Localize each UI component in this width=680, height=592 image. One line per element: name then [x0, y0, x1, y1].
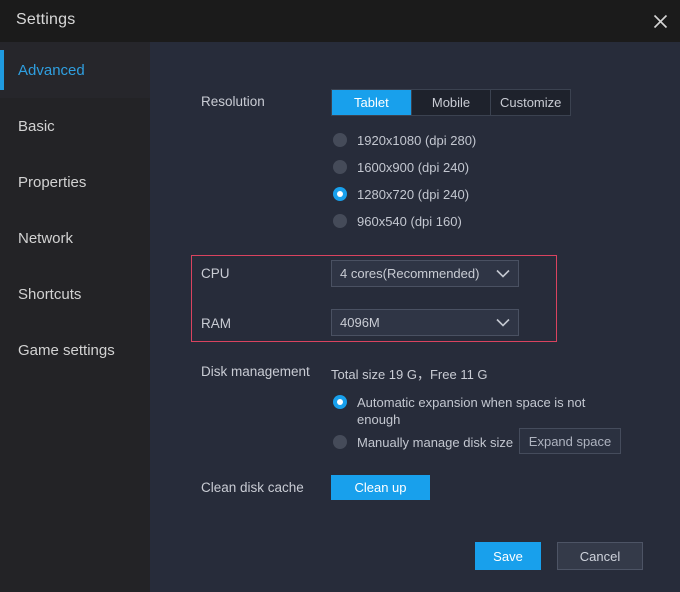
- sidebar-item-shortcuts[interactable]: Shortcuts: [0, 266, 150, 322]
- sidebar-item-label: Game settings: [18, 341, 115, 359]
- sidebar-item-basic[interactable]: Basic: [0, 98, 150, 154]
- resolution-tabs: Tablet Mobile Customize: [331, 89, 571, 116]
- clean-up-button[interactable]: Clean up: [331, 475, 430, 500]
- sidebar: Advanced Basic Properties Network Shortc…: [0, 42, 150, 592]
- radio-label: 1920x1080 (dpi 280): [357, 133, 477, 148]
- resolution-option-960x540[interactable]: 960x540 (dpi 160): [333, 213, 462, 230]
- cpu-dropdown-value: 4 cores(Recommended): [340, 266, 480, 281]
- radio-label: 1600x900 (dpi 240): [357, 160, 470, 175]
- content-panel: Resolution Tablet Mobile Customize 1920x…: [150, 42, 680, 592]
- ram-label: RAM: [201, 316, 231, 331]
- radio-icon: [333, 133, 347, 147]
- close-icon: [653, 14, 668, 29]
- disk-size-summary: Total size 19 G，Free 11 G: [331, 367, 488, 382]
- resolution-option-1280x720[interactable]: 1280x720 (dpi 240): [333, 186, 469, 203]
- sidebar-item-game-settings[interactable]: Game settings: [0, 322, 150, 378]
- tab-mobile[interactable]: Mobile: [412, 90, 492, 115]
- radio-icon-selected: [333, 187, 347, 201]
- clean-disk-cache-label: Clean disk cache: [201, 480, 304, 495]
- active-indicator: [0, 50, 4, 90]
- radio-label: 960x540 (dpi 160): [357, 214, 462, 229]
- expand-space-button[interactable]: Expand space: [519, 428, 621, 454]
- radio-icon: [333, 435, 347, 449]
- sidebar-item-label: Properties: [18, 173, 87, 191]
- window-title: Settings: [16, 11, 76, 28]
- disk-option-automatic[interactable]: Automatic expansion when space is not en…: [333, 394, 591, 428]
- resolution-option-1920x1080[interactable]: 1920x1080 (dpi 280): [333, 132, 476, 149]
- sidebar-item-advanced[interactable]: Advanced: [0, 42, 150, 98]
- sidebar-item-label: Network: [18, 229, 74, 247]
- cpu-label: CPU: [201, 266, 230, 281]
- radio-label: 1280x720 (dpi 240): [357, 187, 470, 202]
- radio-icon-selected: [333, 395, 347, 409]
- disk-management-label: Disk management: [201, 364, 310, 379]
- ram-dropdown-value: 4096M: [340, 315, 380, 330]
- sidebar-item-label: Shortcuts: [18, 285, 82, 303]
- resolution-label: Resolution: [201, 94, 265, 109]
- ram-dropdown[interactable]: 4096M: [331, 309, 519, 336]
- save-button[interactable]: Save: [475, 542, 541, 570]
- tab-tablet[interactable]: Tablet: [332, 90, 412, 115]
- radio-label: Automatic expansion when space is not en…: [357, 395, 586, 427]
- radio-icon: [333, 214, 347, 228]
- disk-option-manual[interactable]: Manually manage disk size: [333, 434, 513, 451]
- cancel-button[interactable]: Cancel: [557, 542, 643, 570]
- resolution-option-1600x900[interactable]: 1600x900 (dpi 240): [333, 159, 469, 176]
- sidebar-item-properties[interactable]: Properties: [0, 154, 150, 210]
- cpu-dropdown[interactable]: 4 cores(Recommended): [331, 260, 519, 287]
- sidebar-item-label: Basic: [18, 117, 55, 135]
- sidebar-item-label: Advanced: [18, 61, 85, 79]
- sidebar-item-network[interactable]: Network: [0, 210, 150, 266]
- radio-icon: [333, 160, 347, 174]
- tab-customize[interactable]: Customize: [491, 90, 570, 115]
- chevron-down-icon: [496, 269, 510, 278]
- close-button[interactable]: [644, 5, 676, 37]
- title-bar: Settings: [0, 0, 680, 42]
- settings-window: Settings Advanced Basic Properties Netwo…: [0, 0, 680, 592]
- chevron-down-icon: [496, 318, 510, 327]
- radio-label: Manually manage disk size: [357, 435, 514, 450]
